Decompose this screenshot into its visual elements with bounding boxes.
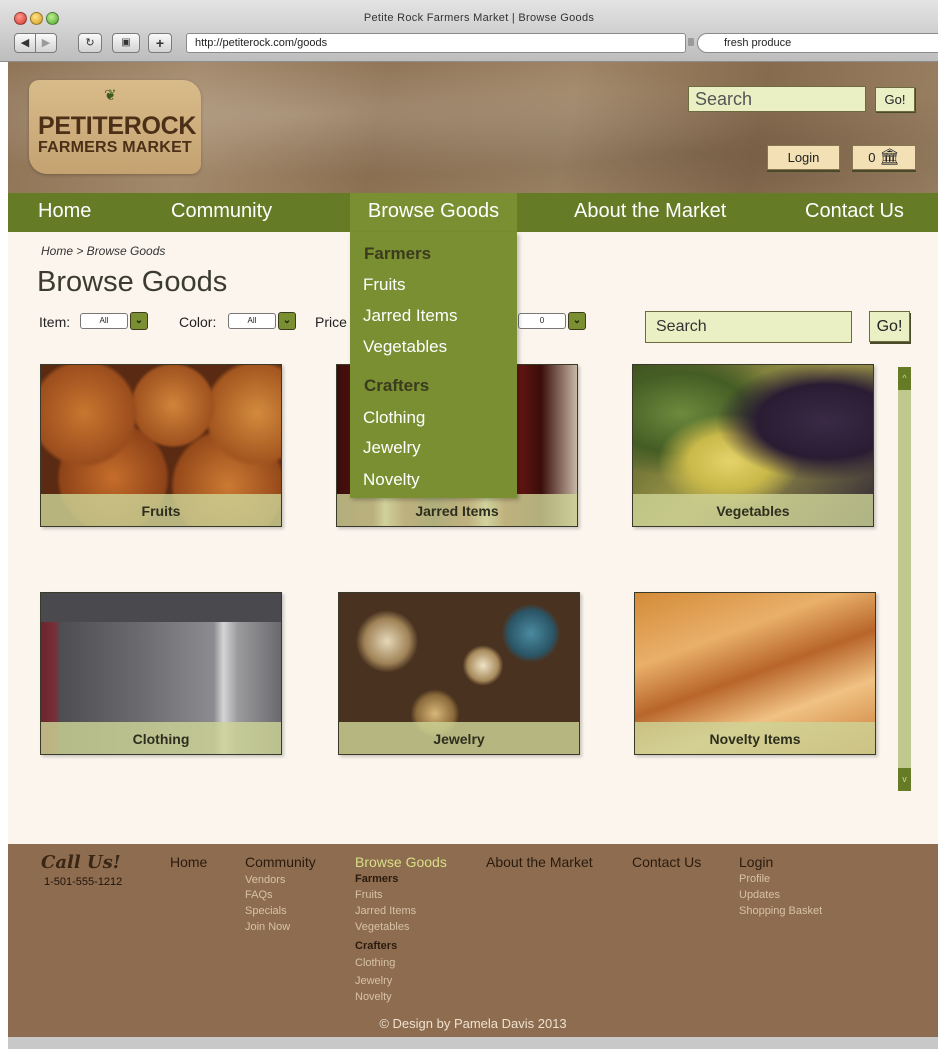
color-filter-value: All <box>228 313 276 329</box>
footer-link-fruits[interactable]: Fruits <box>355 889 383 901</box>
nav-browse-goods[interactable]: Browse Goods <box>350 193 517 232</box>
dropdown-item-jewelry[interactable]: Jewelry <box>363 438 421 458</box>
address-bar[interactable]: http://petiterock.com/goods <box>186 33 686 53</box>
footer-link-updates[interactable]: Updates <box>739 889 780 901</box>
tile-caption: Vegetables <box>633 494 873 526</box>
main-nav: Home Community Browse Goods About the Ma… <box>8 193 938 232</box>
goods-search-go-button[interactable]: Go! <box>869 311 910 342</box>
item-filter-label: Item: <box>39 314 71 330</box>
basket-icon: 🏛 <box>879 149 900 166</box>
rss-icon <box>688 38 694 46</box>
screenshot-button[interactable]: ▣ <box>112 33 140 53</box>
tile-caption: Fruits <box>41 494 281 526</box>
site-header: ❦ PETITEROCK FARMERS MARKET Search Go! L… <box>8 62 938 194</box>
page-title: Browse Goods <box>37 266 228 298</box>
header-search-input[interactable]: Search <box>688 86 866 112</box>
price-filter-select[interactable]: 0 ⌄ <box>518 312 586 330</box>
tile-caption: Jarred Items <box>337 494 577 526</box>
scrollbar-track[interactable] <box>898 367 911 791</box>
dropdown-heading-crafters: Crafters <box>364 376 430 395</box>
goods-search-input[interactable]: Search <box>645 311 852 343</box>
footer-link-faqs[interactable]: FAQs <box>245 889 273 901</box>
logo-text-secondary: FARMERS MARKET <box>38 139 192 156</box>
footer-link-vendors[interactable]: Vendors <box>245 874 285 886</box>
product-tile-fruits[interactable]: Fruits <box>40 364 282 527</box>
login-button[interactable]: Login <box>767 145 840 170</box>
footer-phone: 1-501-555-1212 <box>44 876 123 888</box>
color-filter-select[interactable]: All ⌄ <box>228 312 296 330</box>
cart-count: 0 <box>868 150 876 165</box>
footer-link-join-now[interactable]: Join Now <box>245 921 290 933</box>
footer-heading-farmers: Farmers <box>355 873 399 885</box>
price-filter-label: Price <box>315 314 347 330</box>
cart-button[interactable]: 0 🏛 <box>852 145 916 170</box>
footer-link-contact[interactable]: Contact Us <box>632 854 701 870</box>
chevron-down-icon[interactable]: ⌄ <box>130 312 148 330</box>
site-footer: Call Us! 1-501-555-1212 Home Community V… <box>8 844 938 1037</box>
chevron-down-icon[interactable]: ⌄ <box>568 312 586 330</box>
footer-heading-crafters: Crafters <box>355 940 398 952</box>
footer-credit: © Design by Pamela Davis 2013 <box>379 1016 567 1031</box>
reload-button[interactable]: ↻ <box>78 33 102 53</box>
dropdown-item-jarred-items[interactable]: Jarred Items <box>363 306 457 326</box>
tile-caption: Jewelry <box>339 722 579 754</box>
dropdown-item-clothing[interactable]: Clothing <box>363 408 425 428</box>
add-bookmark-button[interactable]: + <box>148 33 172 53</box>
footer-link-home[interactable]: Home <box>170 854 207 870</box>
nav-home[interactable]: Home <box>38 193 91 232</box>
window-title: Petite Rock Farmers Market | Browse Good… <box>363 12 595 24</box>
page: ❦ PETITEROCK FARMERS MARKET Search Go! L… <box>8 62 938 1049</box>
item-filter-value: All <box>80 313 128 329</box>
footer-link-specials[interactable]: Specials <box>245 905 287 917</box>
tile-caption: Novelty Items <box>635 722 875 754</box>
footer-link-shopping-basket[interactable]: Shopping Basket <box>739 905 822 917</box>
footer-call-title: Call Us! <box>41 852 121 873</box>
logo-text-primary: PETITEROCK <box>38 112 197 140</box>
dropdown-heading-farmers: Farmers <box>364 244 432 263</box>
product-tile-novelty-items[interactable]: Novelty Items <box>634 592 876 755</box>
footer-link-browse-goods[interactable]: Browse Goods <box>355 854 447 870</box>
footer-link-about[interactable]: About the Market <box>486 854 593 870</box>
product-tile-vegetables[interactable]: Vegetables <box>632 364 874 527</box>
dropdown-item-novelty[interactable]: Novelty <box>363 470 420 490</box>
footer-link-community[interactable]: Community <box>245 854 316 870</box>
header-search-go-button[interactable]: Go! <box>875 87 915 112</box>
forward-button[interactable]: ▶ <box>35 33 57 53</box>
scroll-down-button[interactable]: v <box>898 768 911 791</box>
footer-link-jarred-items[interactable]: Jarred Items <box>355 905 416 917</box>
back-button[interactable]: ◀ <box>14 33 36 53</box>
product-tile-jewelry[interactable]: Jewelry <box>338 592 580 755</box>
product-tile-clothing[interactable]: Clothing <box>40 592 282 755</box>
item-filter-select[interactable]: All ⌄ <box>80 312 148 330</box>
browse-goods-dropdown: Farmers Fruits Jarred Items Vegetables C… <box>350 232 517 498</box>
browser-status-bar <box>8 1037 938 1049</box>
color-filter-label: Color: <box>179 314 217 330</box>
dropdown-item-vegetables[interactable]: Vegetables <box>363 337 447 357</box>
footer-link-login[interactable]: Login <box>739 854 773 870</box>
footer-link-jewelry[interactable]: Jewelry <box>355 975 392 987</box>
nav-about-the-market[interactable]: About the Market <box>574 193 726 232</box>
footer-link-novelty[interactable]: Novelty <box>355 991 392 1003</box>
browser-chrome: Petite Rock Farmers Market | Browse Good… <box>0 0 938 62</box>
dropdown-item-fruits[interactable]: Fruits <box>363 275 406 295</box>
nav-community[interactable]: Community <box>171 193 272 232</box>
breadcrumb[interactable]: Home > Browse Goods <box>41 244 165 258</box>
nav-contact-us[interactable]: Contact Us <box>805 193 904 232</box>
browser-search-field[interactable]: fresh produce <box>697 33 938 53</box>
footer-link-clothing[interactable]: Clothing <box>355 957 395 969</box>
sprout-icon: ❦ <box>104 87 117 104</box>
price-filter-value: 0 <box>518 313 566 329</box>
footer-link-profile[interactable]: Profile <box>739 873 770 885</box>
tile-caption: Clothing <box>41 722 281 754</box>
chevron-down-icon[interactable]: ⌄ <box>278 312 296 330</box>
scroll-up-button[interactable]: ^ <box>898 367 911 390</box>
footer-link-vegetables[interactable]: Vegetables <box>355 921 409 933</box>
